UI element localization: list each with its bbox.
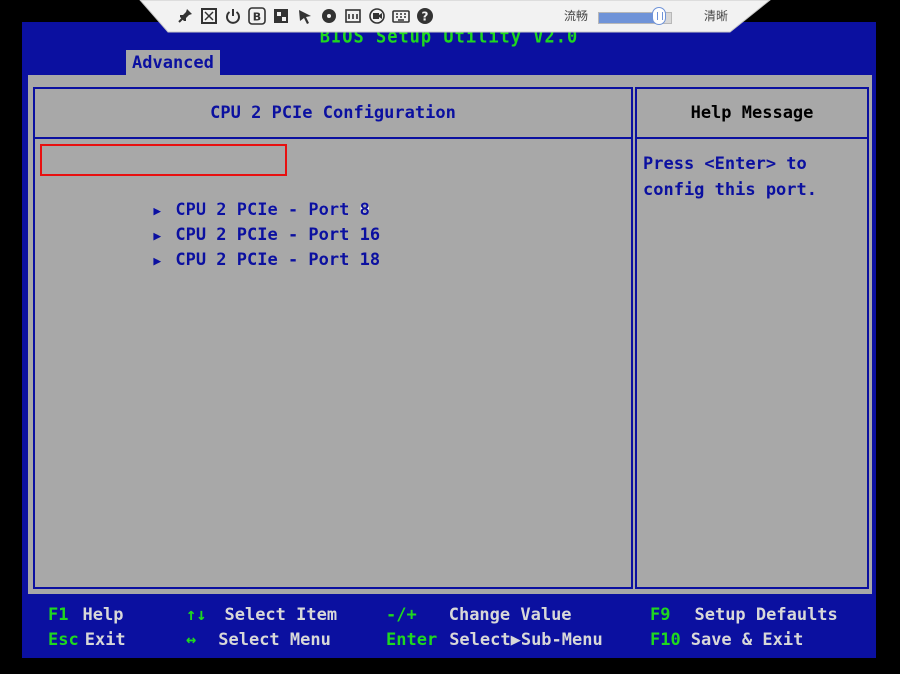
legend-desc: Select▶Sub-Menu <box>449 630 603 650</box>
legend-desc: Change Value <box>448 605 572 625</box>
quality-right-label: 清晰 <box>704 9 729 23</box>
legend-key: F10 <box>650 630 681 650</box>
record-icon[interactable] <box>368 7 386 25</box>
legend-desc: Save & Exit <box>690 630 804 650</box>
legend-change-value: -/+ Change Value <box>386 603 572 628</box>
legend-key: ↑↓ <box>186 605 207 625</box>
bios-panel: CPU 2 PCIe Configuration ▶ CPU 2 PCIe - P… <box>28 75 872 594</box>
main-header: CPU 2 PCIe Configuration <box>35 89 631 139</box>
menu-item-port-16[interactable]: ▶ CPU 2 PCIe - Port 16 <box>45 198 380 245</box>
menu-item-port-0[interactable]: ▶ CPU 2 PCIe - Port 0 <box>40 144 370 220</box>
console-toolbar: B ? 流畅 清晰 <box>0 0 900 34</box>
menu-list: ▶ CPU 2 PCIe - Port 0 ▶ CPU 2 PCIe - Port … <box>40 144 380 270</box>
svg-text:?: ? <box>422 10 429 24</box>
legend-key: Esc <box>48 630 79 650</box>
selection-highlight <box>40 144 287 176</box>
quality-left-label: 流畅 <box>564 9 589 23</box>
legend-key: -/+ <box>386 605 417 625</box>
page-title: CPU 2 PCIe Configuration <box>210 103 456 123</box>
legend-key: Enter <box>386 630 438 650</box>
tab-advanced[interactable]: Advanced <box>126 50 220 76</box>
power-icon[interactable] <box>224 7 242 25</box>
fit-screen-icon[interactable] <box>200 7 218 25</box>
toolbar-background <box>139 0 771 33</box>
keyboard-shortcut-icon[interactable] <box>344 7 362 25</box>
quality-slider[interactable] <box>598 7 672 25</box>
menu-item-port-18[interactable]: ▶ CPU 2 PCIe - Port 18 <box>45 223 380 270</box>
help-icon[interactable]: ? <box>416 7 434 25</box>
legend-key: ↔ <box>186 630 197 650</box>
slider-fill <box>599 13 661 23</box>
svg-text:B: B <box>253 11 261 24</box>
menu-item-label: CPU 2 PCIe - Port 18 <box>175 250 381 270</box>
help-header: Help Message <box>637 89 867 139</box>
submenu-arrow-icon: ▶ <box>153 254 162 269</box>
bios-screen: BIOS Setup Utility V2.0 Advanced CPU 2 P… <box>22 22 876 658</box>
disc-icon[interactable] <box>320 7 338 25</box>
keyboard-icon[interactable] <box>392 7 410 25</box>
legend-select-menu: ↔ Select Menu <box>186 628 331 653</box>
legend-key: F9 <box>650 605 671 625</box>
legend-setup-defaults: F9 Setup Defaults <box>650 603 838 628</box>
menu-item-port-8[interactable]: ▶ CPU 2 PCIe - Port 8 <box>45 173 369 220</box>
main-section: CPU 2 PCIe Configuration ▶ CPU 2 PCIe - P… <box>33 87 633 589</box>
legend-desc: Select Menu <box>218 630 331 650</box>
legend-key: F1 <box>48 605 69 625</box>
pin-icon[interactable] <box>176 7 194 25</box>
legend-sub-menu: Enter Select▶Sub-Menu <box>386 628 603 653</box>
legend-desc: Setup Defaults <box>694 605 838 625</box>
help-title: Help Message <box>690 103 814 123</box>
legend-desc: Help <box>82 605 124 625</box>
legend-desc: Select Item <box>224 605 338 625</box>
legend-desc: Exit <box>84 630 126 650</box>
mouse-icon[interactable] <box>296 7 314 25</box>
legend-esc: Esc Exit <box>48 628 126 653</box>
help-section: Help Message Press <Enter> to config thi… <box>635 87 869 589</box>
legend-save-exit: F10 Save & Exit <box>650 628 803 653</box>
screenshot-icon[interactable] <box>272 7 290 25</box>
slider-thumb[interactable] <box>652 7 667 25</box>
legend-select-item: ↑↓ Select Item <box>186 603 337 628</box>
legend-f1: F1 Help <box>48 603 123 628</box>
help-message: Press <Enter> to config this port. <box>643 154 817 200</box>
b-icon[interactable]: B <box>248 7 266 25</box>
